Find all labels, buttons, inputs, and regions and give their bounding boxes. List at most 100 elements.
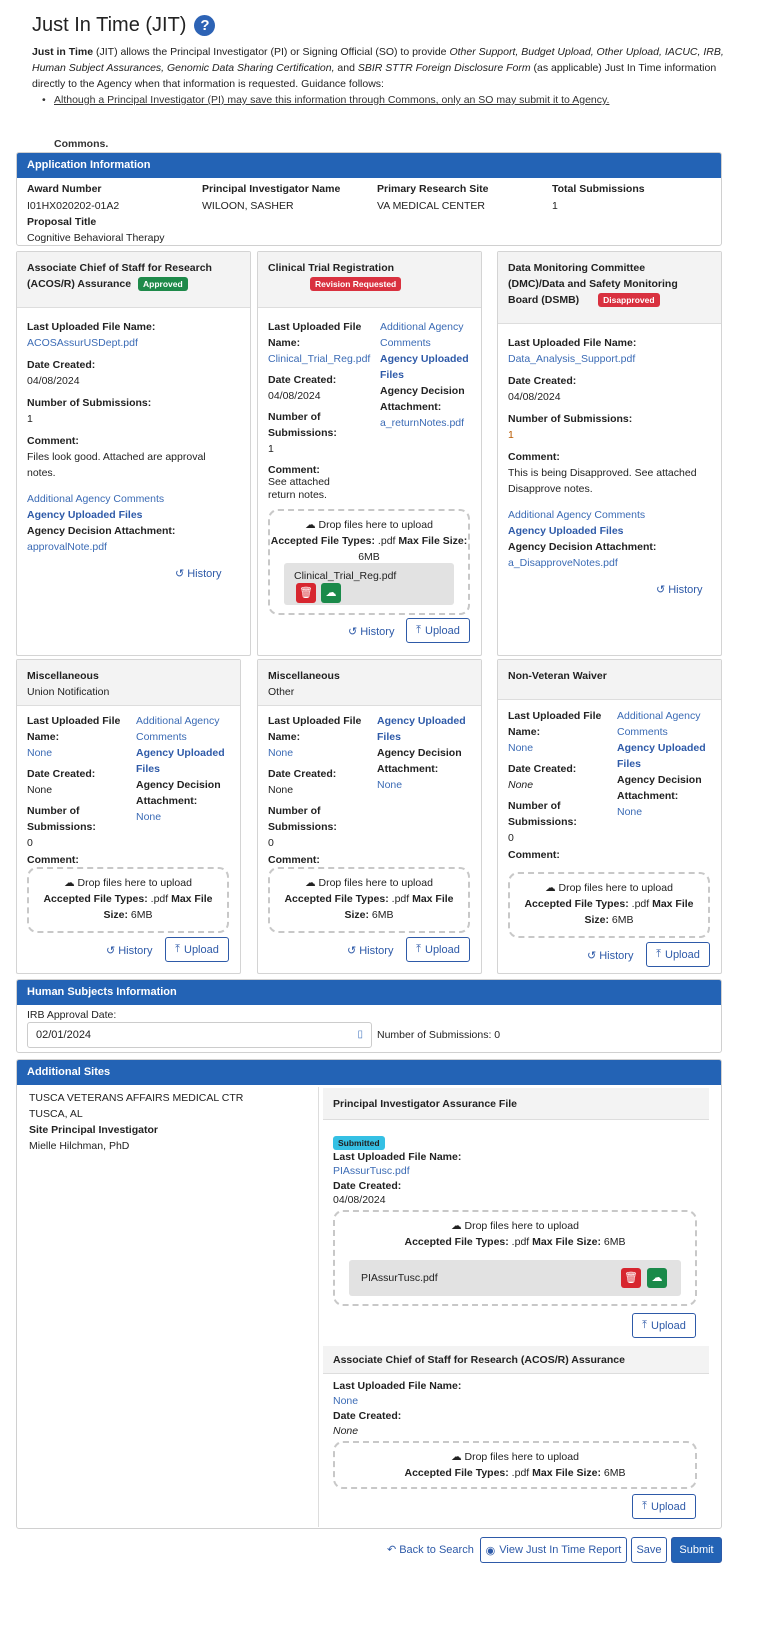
dmc-title-1: Data Monitoring Committee	[508, 262, 646, 274]
last-uploaded-file-link[interactable]: ACOSAssurUSDept.pdf	[27, 335, 138, 351]
file-drop-zone[interactable]: ☁ Drop files here to upload Accepted Fil…	[508, 872, 710, 938]
agency-decision-file-link[interactable]: a_returnNotes.pdf	[380, 415, 464, 431]
history-link[interactable]: ↺ History	[348, 625, 394, 639]
view-report-button[interactable]: ◉ View Just In Time Report	[480, 1537, 627, 1563]
agency-decision-file-link[interactable]: approvalNote.pdf	[27, 539, 107, 555]
agency-uploaded-files-link[interactable]: Agency Uploaded Files	[27, 507, 143, 523]
irb-date-value: 02/01/2024	[36, 1029, 92, 1041]
back-to-search-link[interactable]: ↶ Back to Search	[387, 1543, 474, 1557]
submissions-count: 0	[268, 837, 274, 849]
last-uploaded-file-link[interactable]: PIAssurTusc.pdf	[333, 1163, 410, 1179]
agency-uploaded-files-link-2[interactable]: Files	[380, 367, 404, 383]
file-drop-zone[interactable]: ☁ Drop files here to upload Accepted Fil…	[27, 867, 229, 933]
date-created: 04/08/2024	[333, 1194, 386, 1206]
date-created-label: Date Created:	[508, 763, 577, 775]
file-name-label: Last Uploaded File	[268, 321, 362, 333]
history-link[interactable]: ↺ History	[347, 944, 393, 958]
submissions-label-2: Submissions:	[27, 821, 96, 833]
irb-date-input[interactable]: 02/01/2024 ▯	[27, 1022, 372, 1048]
agency-uploaded-files-link[interactable]: Agency Uploaded Files	[508, 523, 624, 539]
cloud-upload-icon: ☁	[64, 877, 75, 889]
intro-text: Just in Time (JIT) allows the Principal …	[32, 44, 732, 92]
nvw-title: Non-Veteran Waiver	[508, 670, 607, 682]
submissions-label: Number of	[27, 805, 80, 817]
award-number-label: Award Number	[27, 183, 102, 195]
site-name: TUSCA VETERANS AFFAIRS MEDICAL CTR	[29, 1092, 244, 1104]
history-link[interactable]: ↺ History	[656, 583, 702, 597]
upload-button[interactable]: ⤒ Upload	[632, 1313, 696, 1338]
cloud-upload-icon: ☁	[305, 877, 316, 889]
question-circle-icon[interactable]: ?	[194, 15, 216, 36]
agency-decision-file-link[interactable]: None	[136, 809, 161, 825]
additional-agency-comments-link[interactable]: Additional Agency	[136, 713, 219, 729]
agency-uploaded-files-link[interactable]: Agency Uploaded	[136, 745, 225, 761]
agency-decision-file-link[interactable]: a_DisapproveNotes.pdf	[508, 555, 618, 571]
trash-icon[interactable]: 🗑	[621, 1268, 641, 1288]
submitted-badge: Submitted	[333, 1136, 385, 1150]
date-created-label: Date Created:	[268, 374, 337, 386]
last-uploaded-file-link[interactable]: None	[268, 745, 293, 761]
agency-decision-label: Agency Decision Attachment:	[27, 525, 176, 537]
upload-icon: ⤒	[416, 943, 421, 955]
agency-uploaded-files-link-2[interactable]: Files	[377, 729, 401, 745]
file-drop-zone[interactable]: ☁ Drop files here to upload Accepted Fil…	[268, 867, 470, 933]
trash-icon[interactable]: 🗑	[296, 583, 316, 603]
history-link[interactable]: ↺ History	[175, 567, 221, 581]
last-uploaded-file-link[interactable]: None	[27, 745, 52, 761]
additional-agency-comments-link-2[interactable]: Comments	[380, 335, 431, 351]
file-drop-zone[interactable]: ☁ Drop files here to upload Accepted Fil…	[268, 509, 470, 615]
submit-button[interactable]: Submit	[671, 1537, 722, 1563]
history-link[interactable]: ↺ History	[106, 944, 152, 958]
last-uploaded-file-link[interactable]: None	[333, 1393, 358, 1409]
calendar-icon[interactable]: ▯	[357, 1029, 363, 1040]
additional-agency-comments-link[interactable]: Additional Agency Comments	[508, 507, 645, 523]
file-name-label: Last Uploaded File Name:	[27, 321, 156, 333]
upload-button[interactable]: ⤒ Upload	[646, 942, 710, 967]
proposal-title: Cognitive Behavioral Therapy	[27, 232, 165, 244]
additional-agency-comments-link[interactable]: Additional Agency	[380, 319, 463, 335]
agency-uploaded-files-link-2[interactable]: Files	[617, 756, 641, 772]
submissions-label: Number of	[268, 411, 321, 423]
uploaded-file-name: PIAssurTusc.pdf	[361, 1272, 438, 1284]
site-divider	[318, 1087, 319, 1527]
upload-button[interactable]: ⤒ Upload	[406, 937, 470, 962]
save-button[interactable]: Save	[631, 1537, 667, 1563]
site-pi-name: Mielle Hilchman, PhD	[29, 1140, 130, 1152]
last-uploaded-file-link[interactable]: Clinical_Trial_Reg.pdf	[268, 351, 370, 367]
file-drop-zone[interactable]: ☁ Drop files here to upload Accepted Fil…	[333, 1210, 697, 1306]
file-drop-zone[interactable]: ☁ Drop files here to upload Accepted Fil…	[333, 1441, 697, 1489]
drop-text: ☁ Drop files here to upload	[451, 1220, 579, 1232]
last-uploaded-file-link[interactable]: None	[508, 740, 533, 756]
back-arrow-icon: ↶	[387, 1544, 397, 1556]
uploaded-file-name: Clinical_Trial_Reg.pdf	[294, 570, 397, 582]
upload-icon: ⤒	[175, 943, 180, 955]
additional-agency-comments-link-2[interactable]: Comments	[136, 729, 187, 745]
agency-uploaded-files-link[interactable]: Agency Uploaded	[617, 740, 706, 756]
guidance-bullet: Although a Principal Investigator (PI) m…	[42, 94, 609, 106]
history-icon: ↺	[175, 568, 185, 580]
misc-other-header: Miscellaneous Other	[258, 660, 481, 706]
additional-agency-comments-link[interactable]: Additional Agency Comments	[27, 491, 164, 507]
non-veteran-waiver-card: Non-Veteran Waiver Last Uploaded File Na…	[497, 659, 722, 974]
agency-uploaded-files-link[interactable]: Agency Uploaded	[380, 351, 469, 367]
page-title-text: Just In Time (JIT)	[32, 14, 187, 36]
additional-agency-comments-link-2[interactable]: Comments	[617, 724, 668, 740]
cloud-upload-icon[interactable]: ☁	[321, 583, 341, 603]
misc-subtitle: Union Notification	[27, 686, 110, 698]
agency-decision-file-link[interactable]: None	[377, 777, 402, 793]
research-site-label: Primary Research Site	[377, 183, 489, 195]
history-link[interactable]: ↺ History	[587, 949, 633, 963]
upload-button[interactable]: ⤒ Upload	[165, 937, 229, 962]
misc-subtitle: Other	[268, 686, 295, 698]
last-uploaded-file-link[interactable]: Data_Analysis_Support.pdf	[508, 351, 635, 367]
file-name-label: Last Uploaded File Name:	[508, 337, 637, 349]
cloud-upload-icon[interactable]: ☁	[647, 1268, 667, 1288]
agency-decision-file-link[interactable]: None	[617, 804, 642, 820]
agency-uploaded-files-link[interactable]: Agency Uploaded	[377, 713, 466, 729]
upload-button[interactable]: ⤒ Upload	[632, 1494, 696, 1519]
file-name-label: Last Uploaded File Name:	[333, 1380, 462, 1392]
additional-agency-comments-link[interactable]: Additional Agency	[617, 708, 700, 724]
agency-uploaded-files-link-2[interactable]: Files	[136, 761, 160, 777]
disapproved-badge: Disapproved	[598, 293, 660, 307]
upload-button[interactable]: ⤒ Upload	[406, 618, 470, 643]
